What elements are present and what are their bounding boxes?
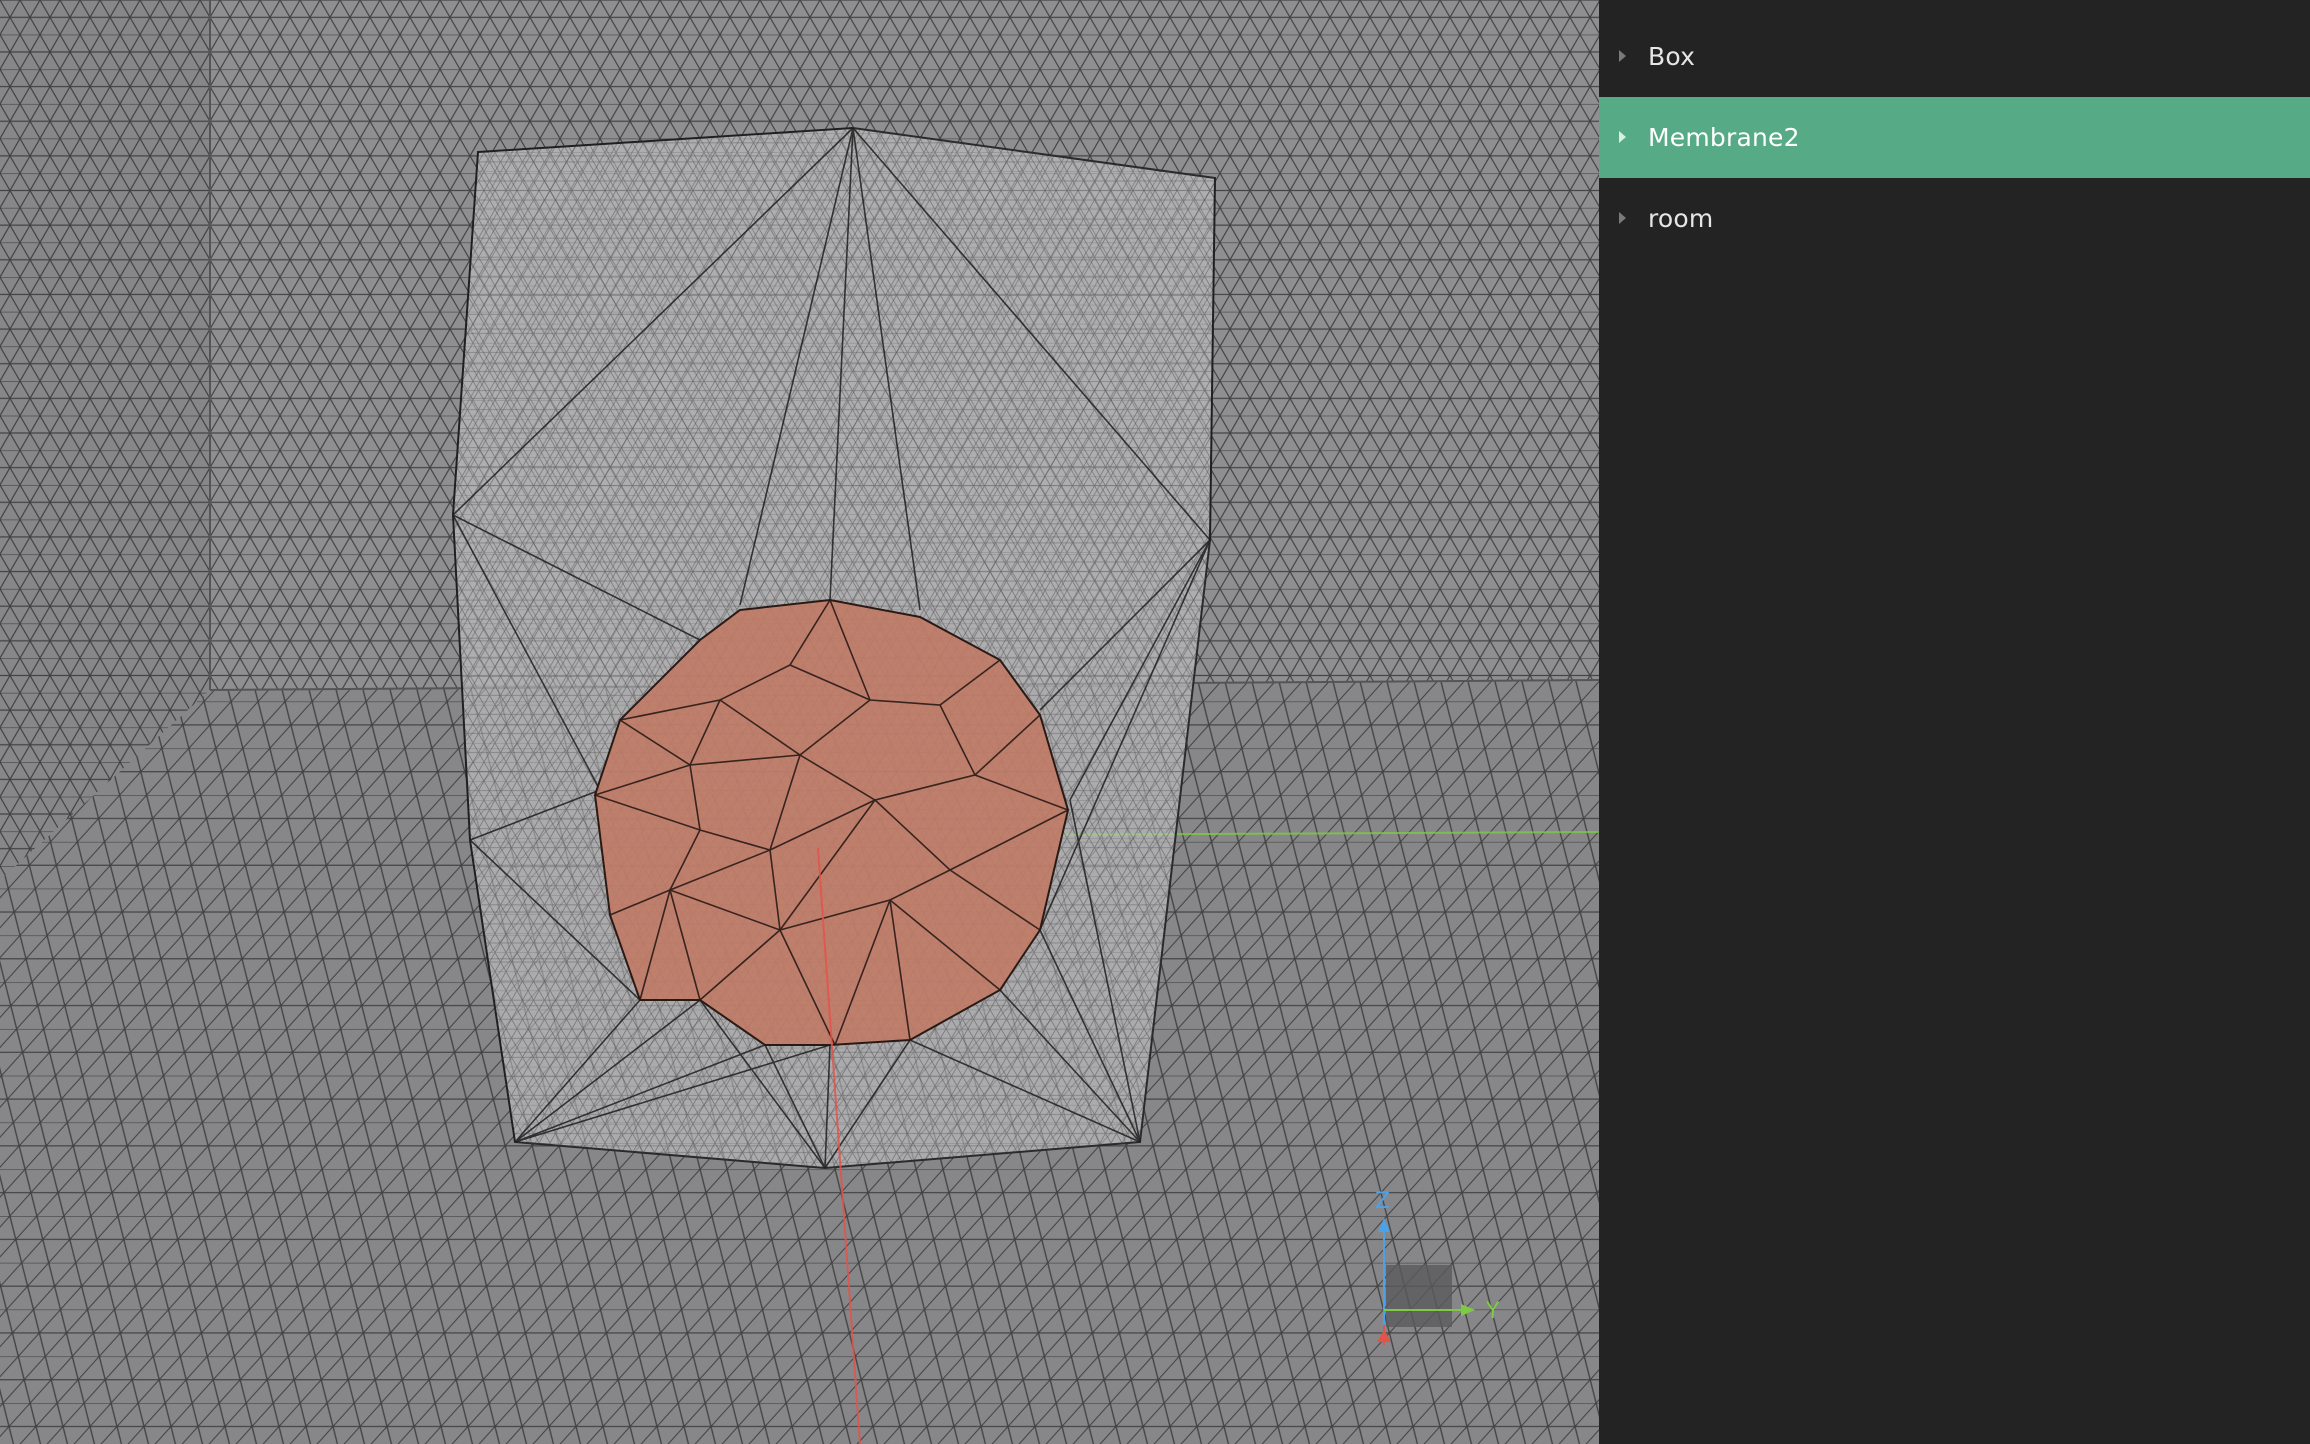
expand-caret-icon[interactable] <box>1619 50 1626 62</box>
expand-caret-icon[interactable] <box>1619 131 1626 143</box>
outliner-item-room[interactable]: room <box>1599 178 2310 259</box>
outliner-item-box[interactable]: Box <box>1599 16 2310 97</box>
outliner-item-membrane2[interactable]: Membrane2 <box>1599 97 2310 178</box>
gizmo-z-label: Z <box>1375 1189 1390 1214</box>
scene-outliner: Box Membrane2 room <box>1599 0 2310 1444</box>
outliner-item-label: room <box>1648 204 1714 233</box>
outliner-item-label: Box <box>1648 42 1696 71</box>
gizmo-y-label: Y <box>1485 1299 1500 1324</box>
expand-caret-icon[interactable] <box>1619 212 1626 224</box>
3d-viewport[interactable]: Z Y <box>0 0 1599 1444</box>
scene-canvas[interactable]: Z Y <box>0 0 1599 1444</box>
outliner-item-label: Membrane2 <box>1648 123 1800 152</box>
